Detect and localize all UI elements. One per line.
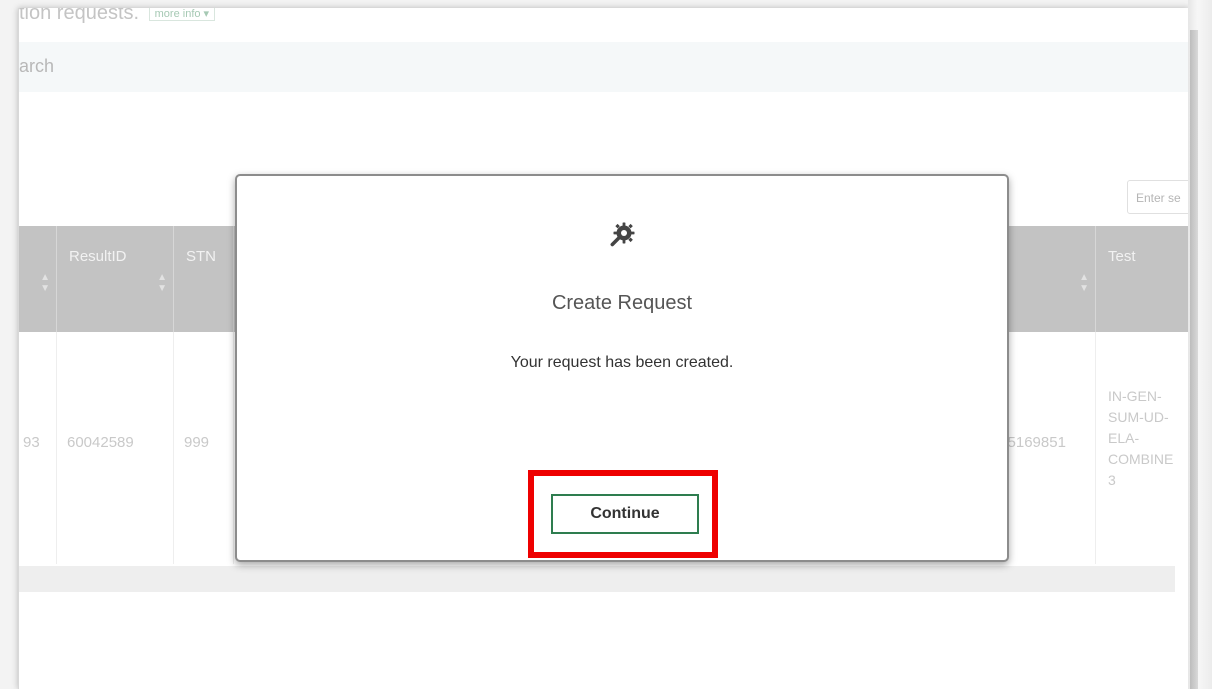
column-header-first[interactable]: ▲ ▼ <box>19 226 57 332</box>
page-content: tion requests. more info ▾ arch Enter se… <box>18 8 1189 689</box>
test-line: ELA- <box>1108 430 1140 446</box>
column-header-label: STN <box>186 248 216 265</box>
column-header-label: Test <box>1108 248 1136 265</box>
table-search-input[interactable]: Enter se <box>1127 180 1189 214</box>
search-bar: arch <box>19 42 1189 92</box>
table-cell-resultid: 60042589 <box>57 332 174 564</box>
sort-icon: ▲ ▼ <box>157 272 167 294</box>
column-header-resultid[interactable]: ResultID ▲ ▼ <box>57 226 174 332</box>
window-edge <box>1188 0 1212 689</box>
test-line: IN-GEN- <box>1108 388 1162 404</box>
cell-value: 999 <box>184 434 210 451</box>
table-cell-test: IN-GEN- SUM-UD- ELA- COMBINE 3 <box>1096 332 1189 564</box>
test-line: 3 <box>1108 472 1116 488</box>
create-request-modal: Create Request Your request has been cre… <box>235 174 1009 562</box>
table-cell-stn: 999 <box>174 332 234 564</box>
test-line: COMBINE <box>1108 451 1174 467</box>
column-header-label: ResultID <box>69 248 127 265</box>
horizontal-scrollbar[interactable] <box>19 566 1175 592</box>
cell-value-multiline: IN-GEN- SUM-UD- ELA- COMBINE 3 <box>1108 386 1173 491</box>
wrench-gear-icon <box>610 222 635 247</box>
column-header-test[interactable]: Test <box>1096 226 1189 332</box>
more-info-link[interactable]: more info ▾ <box>148 8 216 22</box>
continue-button[interactable]: Continue <box>551 494 699 534</box>
screenshot-frame: tion requests. more info ▾ arch Enter se… <box>0 0 1212 689</box>
info-text: tion requests. more info ▾ <box>19 8 216 25</box>
cell-value: 93 <box>23 434 40 451</box>
info-text-label: tion requests. <box>19 8 140 24</box>
modal-title: Create Request <box>551 292 693 314</box>
modal-message: Your request has been created. <box>510 354 734 371</box>
cell-value: 60042589 <box>67 434 134 451</box>
column-header-stn[interactable]: STN <box>174 226 234 332</box>
table-cell: 93 <box>19 332 57 564</box>
test-line: SUM-UD- <box>1108 409 1169 425</box>
window-shadow <box>1190 30 1198 689</box>
search-label: arch <box>19 56 55 76</box>
sort-icon: ▲ ▼ <box>40 272 50 294</box>
sort-icon: ▲ ▼ <box>1079 272 1089 294</box>
